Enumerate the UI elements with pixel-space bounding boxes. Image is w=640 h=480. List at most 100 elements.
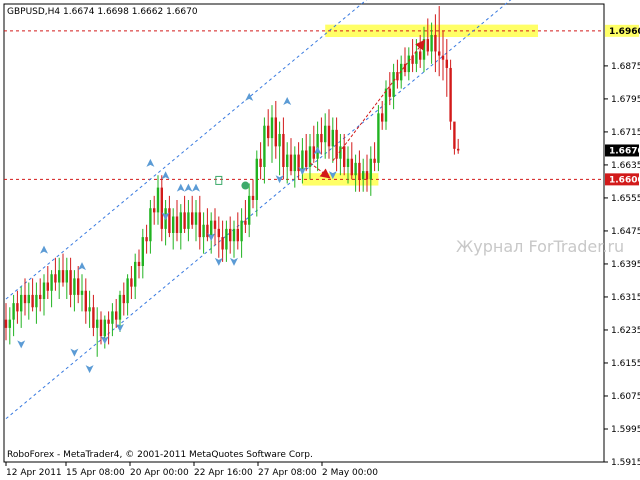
y-tick-label: 1.6795: [611, 95, 640, 105]
candle-body: [16, 303, 19, 312]
chart-header: GBPUSD,H4 1.6674 1.6698 1.6662 1.6670: [7, 7, 198, 17]
x-tick-label: 15 Apr 08:00: [66, 468, 125, 478]
candle-body: [172, 216, 175, 233]
y-tick-label: 1.6235: [611, 326, 640, 336]
trading-terminal-chart-window: Журнал ForTrader.ru GBPUSD,H4 1.6674 1.6…: [0, 0, 640, 480]
x-tick-label: 20 Apr 00:00: [130, 468, 189, 478]
candle-body: [103, 319, 106, 337]
candle-body: [206, 224, 209, 238]
price-label-level-low: 1.6600: [609, 175, 640, 185]
candle-body: [331, 129, 334, 147]
candle-body: [31, 294, 34, 308]
candle-body: [179, 212, 182, 233]
candle-body: [77, 278, 80, 295]
candle-body: [286, 154, 289, 167]
candle-body: [457, 148, 460, 151]
candle-body: [35, 294, 38, 308]
price-label-current: 1.6670: [609, 146, 640, 156]
candle-body: [4, 319, 8, 328]
y-tick-label: 1.6155: [611, 359, 640, 369]
candle-body: [58, 270, 61, 283]
candle-body: [449, 67, 452, 122]
candle-body: [88, 307, 91, 312]
candle-body: [187, 212, 190, 229]
candle-body: [232, 228, 236, 242]
x-tick-label: 27 Apr 08:00: [258, 468, 317, 478]
price-chart[interactable]: Журнал ForTrader.ru GBPUSD,H4 1.6674 1.6…: [0, 0, 640, 480]
candle-body: [434, 34, 437, 52]
candle-body: [407, 55, 410, 73]
candle-body: [263, 125, 266, 167]
candle-body: [137, 261, 141, 267]
y-tick-label: 1.6555: [611, 194, 640, 204]
candle-body: [118, 294, 122, 320]
candle-body: [327, 125, 331, 147]
candle-body: [115, 311, 118, 320]
candle-body: [430, 34, 433, 52]
candle-body: [419, 51, 422, 60]
price-label-level-high: 1.6960: [609, 27, 640, 37]
candle-body: [39, 294, 42, 300]
candle-body: [392, 72, 395, 97]
candle-body: [354, 162, 357, 176]
candle-body: [316, 133, 319, 159]
candle-body: [217, 228, 220, 238]
candle-body: [388, 88, 391, 97]
candle-body: [453, 121, 456, 149]
candle-body: [191, 212, 194, 225]
candle-body: [274, 117, 277, 147]
x-tick-label: 2 May 00:00: [322, 468, 378, 478]
candle-body: [415, 51, 418, 64]
candle-body: [225, 228, 228, 250]
candle-body: [293, 154, 296, 172]
candle-body: [50, 274, 53, 291]
candle-body: [111, 311, 114, 324]
candle-body: [183, 212, 186, 229]
candle-body: [426, 39, 429, 52]
candle-body: [134, 261, 137, 287]
candle-body: [145, 237, 148, 242]
candle-body: [65, 270, 68, 283]
candle-body: [244, 220, 247, 225]
candle-body: [369, 158, 372, 180]
candle-body: [373, 158, 376, 163]
candle-body: [289, 154, 293, 172]
candle-body: [422, 39, 426, 60]
candle-body: [346, 158, 350, 167]
y-tick-label: 1.6635: [611, 161, 640, 171]
x-tick-label: 12 Apr 2011: [6, 468, 62, 478]
y-tick-label: 1.5915: [611, 458, 640, 468]
candle-body: [365, 171, 369, 180]
candle-body: [358, 162, 361, 180]
candle-body: [153, 208, 156, 213]
candle-body: [8, 319, 11, 328]
candle-body: [305, 150, 308, 167]
candle-body: [301, 150, 304, 172]
candle-body: [160, 187, 163, 229]
candle-body: [255, 158, 258, 200]
candle-body: [99, 319, 103, 337]
candle-body: [149, 208, 152, 242]
candle-body: [251, 195, 255, 200]
candle-body: [259, 158, 262, 167]
candle-body: [350, 158, 353, 176]
candle-body: [343, 146, 346, 167]
candle-body: [270, 117, 274, 139]
y-tick-label: 1.6315: [611, 293, 640, 303]
candle-body: [122, 294, 125, 304]
candle-body: [130, 278, 133, 287]
candle-body: [377, 113, 380, 163]
y-tick-label: 1.6715: [611, 128, 640, 138]
y-tick-label: 1.6075: [611, 392, 640, 402]
y-tick-label: 1.5995: [611, 425, 640, 435]
candle-body: [221, 237, 224, 250]
candle-body: [12, 303, 15, 320]
candle-body: [202, 224, 205, 238]
candle-body: [248, 195, 251, 225]
candle-body: [42, 282, 46, 300]
candle-body: [20, 294, 23, 312]
candle-body: [69, 270, 72, 295]
candle-body: [240, 220, 243, 242]
candle-body: [236, 228, 239, 242]
candle-body: [320, 133, 323, 143]
